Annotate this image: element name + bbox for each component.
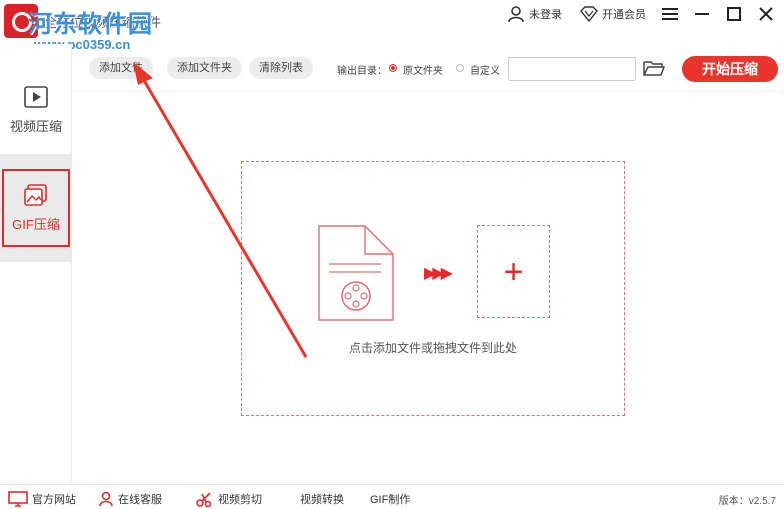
maximize-button[interactable] bbox=[726, 6, 742, 22]
login-button[interactable]: 未登录 bbox=[507, 5, 562, 23]
radio-custom-label: 自定义 bbox=[470, 66, 500, 77]
login-label: 未登录 bbox=[529, 9, 562, 21]
clear-list-button[interactable]: 清除列表 bbox=[249, 57, 313, 79]
add-file-button[interactable]: 添加文件 bbox=[89, 57, 153, 79]
add-file-target[interactable]: + bbox=[477, 225, 550, 318]
footer-official-site[interactable]: 官方网站 bbox=[8, 491, 76, 507]
monitor-icon bbox=[8, 491, 28, 507]
highlight-box: GIF压缩 bbox=[2, 169, 70, 247]
footer: 官方网站 在线客服 视频剪切 视频转换 GIF制作 版本：v2.5.7 bbox=[0, 484, 784, 509]
forward-arrows-icon: ▶▶▶ bbox=[424, 265, 453, 282]
start-compress-button[interactable]: 开始压缩 bbox=[682, 56, 778, 82]
footer-label: 视频剪切 bbox=[218, 494, 262, 506]
maximize-icon bbox=[727, 7, 741, 21]
radio-original-folder[interactable] bbox=[389, 64, 397, 72]
minimize-button[interactable] bbox=[694, 6, 710, 22]
user-service-icon bbox=[99, 491, 113, 507]
browse-folder-button[interactable] bbox=[643, 59, 665, 79]
output-path-input[interactable] bbox=[508, 57, 636, 81]
close-button[interactable] bbox=[758, 6, 774, 22]
image-icon bbox=[24, 183, 47, 206]
sidebar-item-label: 视频压缩 bbox=[9, 118, 62, 134]
footer-video-convert[interactable]: 视频转换 bbox=[300, 491, 344, 507]
video-file-icon bbox=[317, 224, 395, 325]
watermark-text: 河东软件园 bbox=[28, 9, 153, 38]
vip-label: 开通会员 bbox=[602, 9, 646, 21]
minimize-icon bbox=[695, 13, 709, 15]
diamond-icon bbox=[580, 6, 598, 22]
vip-button[interactable]: 开通会员 bbox=[580, 6, 646, 22]
footer-label: 官方网站 bbox=[32, 494, 76, 506]
drop-hint: 点击添加文件或拖拽文件到此处 bbox=[348, 341, 517, 355]
menu-button[interactable] bbox=[662, 6, 678, 22]
title-bar: 全方位视频压缩软件 河东软件园 www.pc0359.cn 未登录 开通会员 bbox=[0, 0, 784, 52]
drop-zone[interactable]: ▶▶▶ + 点击添加文件或拖拽文件到此处 bbox=[241, 161, 625, 416]
footer-gif-make[interactable]: GIF制作 bbox=[370, 491, 410, 507]
plus-icon: + bbox=[503, 252, 524, 291]
footer-online-service[interactable]: 在线客服 bbox=[98, 491, 162, 507]
sidebar-item-video-compress[interactable]: 视频压缩 bbox=[0, 66, 72, 154]
close-icon bbox=[759, 7, 773, 21]
footer-label: GIF制作 bbox=[370, 494, 411, 506]
scissors-icon bbox=[196, 492, 212, 507]
play-icon bbox=[24, 85, 48, 108]
add-folder-button[interactable]: 添加文件夹 bbox=[167, 57, 242, 79]
output-dir-label: 输出目录： bbox=[337, 66, 387, 77]
sidebar: 视频压缩 GIF压缩 bbox=[0, 44, 72, 484]
menu-icon bbox=[662, 8, 678, 20]
toolbar: 添加文件 添加文件夹 清除列表 输出目录： 原文件夹 自定义 开始压缩 bbox=[73, 44, 784, 92]
footer-video-cut[interactable]: 视频剪切 bbox=[196, 491, 262, 507]
footer-label: 在线客服 bbox=[118, 494, 162, 506]
radio-custom[interactable] bbox=[456, 64, 464, 72]
folder-icon bbox=[643, 61, 665, 76]
sidebar-item-gif-compress[interactable]: GIF压缩 bbox=[0, 154, 72, 262]
user-icon bbox=[508, 6, 524, 23]
footer-label: 视频转换 bbox=[300, 494, 344, 506]
radio-original-label: 原文件夹 bbox=[403, 66, 443, 77]
version-label: 版本：v2.5.7 bbox=[718, 496, 776, 507]
sidebar-item-label: GIF压缩 bbox=[12, 216, 60, 232]
